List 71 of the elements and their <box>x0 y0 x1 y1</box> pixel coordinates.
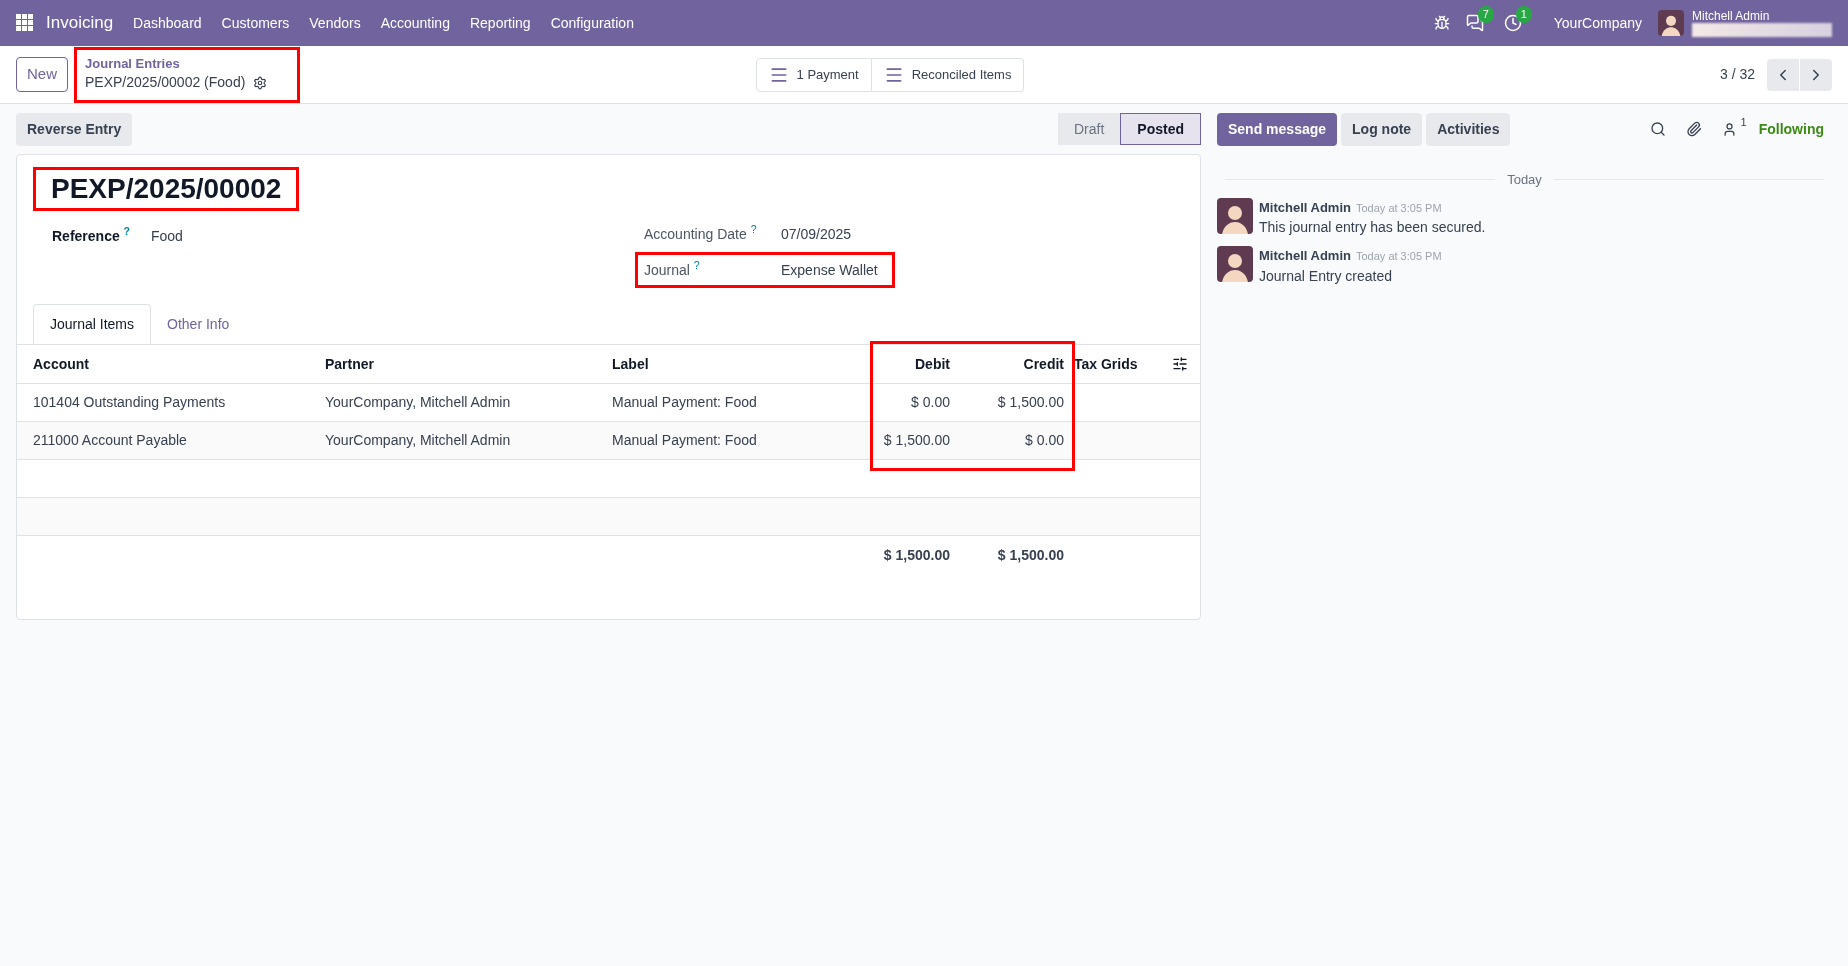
message-count-badge: 7 <box>1477 6 1494 23</box>
field-label: Reference $^{?}$ <box>52 225 131 246</box>
record-name: PEXP/2025/00002 (Food) <box>85 73 246 92</box>
chatter-button[interactable]: Send message <box>1217 112 1338 146</box>
app-name[interactable]: Invoicing <box>46 10 114 36</box>
status-stage[interactable]: Posted <box>1120 113 1201 145</box>
menu-item[interactable]: Dashboard <box>133 12 202 34</box>
table-cell-text: 211000 Account Payable <box>32 431 188 450</box>
menu-item[interactable]: Reporting <box>469 12 531 34</box>
following-button[interactable]: Following <box>1758 118 1824 140</box>
table-cell-text: $ 1,500.00 <box>996 393 1065 412</box>
followers-count: 1 <box>1740 116 1747 128</box>
field-value: Expense Wallet <box>781 260 878 280</box>
table-cell-text: YourCompany, Mitchell Admin <box>325 393 512 412</box>
entry-title: PEXP/2025/00002 <box>51 172 282 206</box>
table-cell-text: 101404 Outstanding Payments <box>32 393 227 412</box>
message-body: This journal entry has been secured. <box>1259 218 1486 237</box>
column-header[interactable]: Partner <box>325 353 612 375</box>
search-icon[interactable] <box>1649 121 1666 137</box>
column-settings-icon[interactable] <box>1172 356 1188 372</box>
smart-button[interactable]: 1 Payment <box>755 57 872 92</box>
author-avatar <box>1217 197 1253 234</box>
table-cell-text: Manual Payment: Food <box>612 393 758 412</box>
activity-count-badge: 1 <box>1515 6 1532 23</box>
table-cell-text: $ 1,500.00 <box>882 431 951 450</box>
column-header[interactable]: Label <box>612 353 860 375</box>
menu-item[interactable]: Vendors <box>309 12 361 34</box>
message-time: Today at 3:05 PM <box>1355 200 1442 216</box>
breadcrumb-link[interactable]: Journal Entries <box>85 56 289 72</box>
author-avatar <box>1217 246 1253 282</box>
table-cell-text: $ 0.00 <box>1024 431 1065 450</box>
column-header[interactable]: Account <box>17 353 325 375</box>
new-button[interactable]: New <box>16 57 68 92</box>
pager-value: 3 / 32 <box>1719 65 1755 84</box>
paperclip-icon[interactable] <box>1685 121 1702 137</box>
company-name[interactable]: YourCompany <box>1553 12 1642 34</box>
form-tab[interactable]: Other Info <box>151 304 246 344</box>
smart-button[interactable]: Reconciled Items <box>871 57 1025 92</box>
followers-icon[interactable] <box>1721 121 1737 137</box>
column-header[interactable]: Tax Grids <box>1074 353 1160 375</box>
date-separator: Today <box>1506 171 1543 189</box>
apps-grid-icon[interactable] <box>16 14 34 32</box>
chat-icon[interactable] <box>1465 14 1484 32</box>
debug-icon[interactable] <box>1433 15 1450 31</box>
chatter-button[interactable]: Activities <box>1426 112 1511 146</box>
message-body: Journal Entry created <box>1259 266 1394 286</box>
total-credit: $ 1,500.00 <box>996 545 1065 565</box>
message-author: Mitchell Admin <box>1259 198 1351 217</box>
reverse-entry-button[interactable]: Reverse Entry <box>16 112 133 146</box>
column-header[interactable]: Credit <box>960 353 1074 375</box>
column-header[interactable]: Debit <box>860 353 960 375</box>
table-cell-text: Manual Payment: Food <box>612 431 758 450</box>
activity-clock-icon[interactable] <box>1503 14 1522 32</box>
field-label: Accounting Date $^{?}$ <box>644 223 758 244</box>
message-time: Today at 3:05 PM <box>1355 249 1442 264</box>
message-author: Mitchell Admin <box>1259 247 1351 265</box>
form-tab[interactable]: Journal Items <box>33 304 152 344</box>
table-cell-text: $ 0.00 <box>910 393 951 412</box>
menu-item[interactable]: Customers <box>221 12 290 34</box>
field-value: 07/09/2025 <box>781 224 852 244</box>
menu-item[interactable]: Accounting <box>380 12 450 34</box>
user-avatar <box>1658 10 1684 36</box>
status-stage[interactable]: Draft <box>1057 113 1121 145</box>
settings-icon[interactable] <box>253 75 268 90</box>
user-name[interactable]: Mitchell Admin <box>1692 9 1832 23</box>
field-label: Journal $^{?}$ <box>644 259 701 280</box>
table-cell-text: YourCompany, Mitchell Admin <box>325 431 512 450</box>
chatter-button[interactable]: Log note <box>1341 112 1423 146</box>
total-debit: $ 1,500.00 <box>882 545 951 565</box>
field-value: Food <box>151 226 183 246</box>
menu-item[interactable]: Configuration <box>550 12 634 34</box>
